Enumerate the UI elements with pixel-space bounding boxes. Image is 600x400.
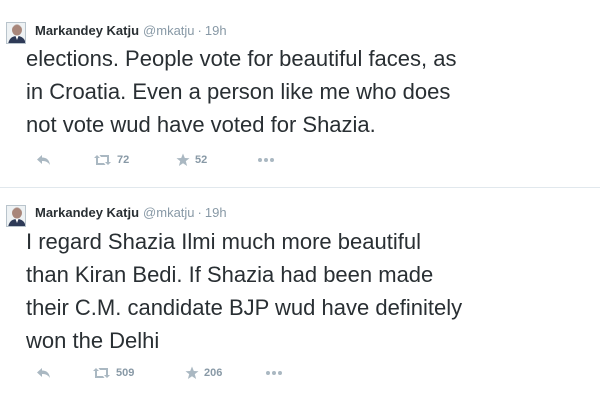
star-icon [176,153,190,166]
tweet-header: Markandey Katju @mkatju · 19h [35,204,227,220]
author-name[interactable]: Markandey Katju [35,205,139,220]
tweet-header: Markandey Katju @mkatju · 19h [35,22,227,38]
author-handle[interactable]: @mkatju [143,23,195,38]
tweet-text-line: than Kiran Bedi. If Shazia had been made [26,262,434,287]
favorite-button[interactable]: 206 [185,364,222,382]
favorite-count: 52 [195,154,208,166]
tweet-2: Markandey Katju @mkatju · 19h I regard Shaz… [0,189,600,400]
tweet-timeline: Markandey Katju @mkatju · 19h elections. Pe… [0,0,600,400]
tweet-text-line: I regard Shazia Ilmi much more beautiful [26,229,421,254]
author-handle[interactable]: @mkatju [143,205,195,220]
retweet-icon [93,368,110,378]
favorite-button[interactable]: 52 [176,151,207,169]
tweet-text-line: their C.M. candidate BJP wud have defini… [26,295,463,320]
author-name[interactable]: Markandey Katju [35,23,139,38]
retweet-button[interactable]: 72 [93,151,129,169]
reply-button[interactable] [36,151,51,169]
tweet-actions: 72 52 [36,151,336,169]
avatar-portrait-icon [7,23,25,43]
ellipsis-icon [266,371,282,375]
tweet-text: I regard Shazia Ilmi much more beautiful… [26,225,600,357]
star-icon [185,366,199,379]
avatar[interactable] [6,205,26,227]
retweet-count: 509 [116,367,135,379]
tweet-text-line: not vote wud have voted for Shazia. [26,112,376,137]
retweet-count: 72 [117,154,130,166]
avatar[interactable] [6,22,26,44]
header-separator: · [197,205,202,220]
tweet-text-line: in Croatia. Even a person like me who do… [26,79,451,104]
tweet-1: Markandey Katju @mkatju · 19h elections. Pe… [0,0,600,188]
tweet-text: elections. People vote for beautiful fac… [26,42,600,141]
ellipsis-icon [258,158,274,162]
tweet-text-line: won the Delhi [26,328,160,353]
more-options-button[interactable] [257,151,275,169]
reply-button[interactable] [36,364,51,382]
reply-arrow-icon [37,155,50,165]
retweet-button[interactable]: 509 [92,364,134,382]
header-separator: · [197,23,202,38]
more-options-button[interactable] [265,364,283,382]
favorite-count: 206 [204,367,223,379]
tweet-text-line: elections. People vote for beautiful fac… [26,46,457,71]
reply-arrow-icon [37,368,50,378]
tweet-timestamp[interactable]: 19h [205,205,227,220]
tweet-actions: 509 206 [36,364,336,382]
avatar-portrait-icon [7,206,25,226]
tweet-timestamp[interactable]: 19h [205,23,227,38]
retweet-icon [94,155,111,165]
